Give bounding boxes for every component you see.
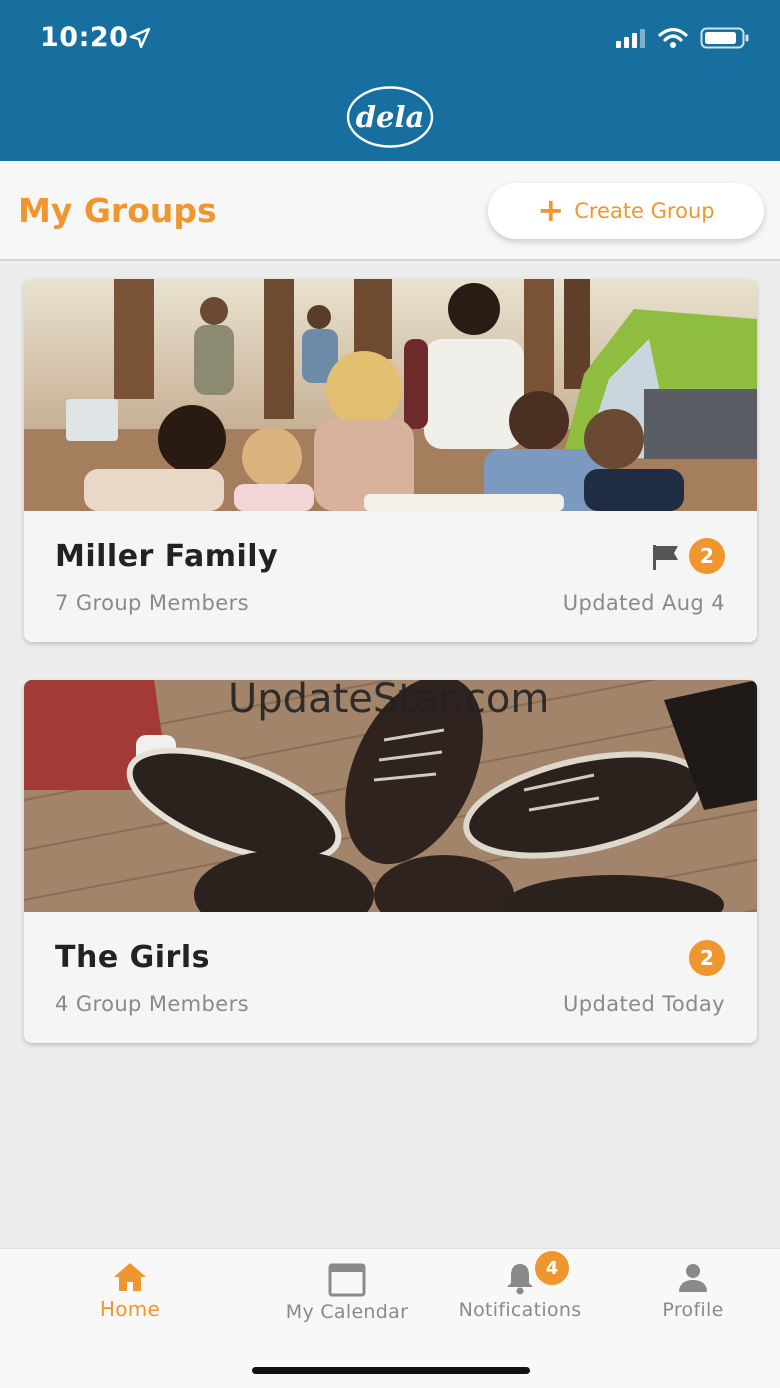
create-group-label: Create Group (574, 199, 715, 223)
nav-notifications[interactable]: Notifications 4 (450, 1251, 590, 1321)
battery-icon (700, 27, 749, 49)
nav-my-calendar[interactable]: My Calendar (276, 1261, 418, 1323)
status-time: 10:20 (40, 22, 129, 53)
unread-badge: 2 (689, 538, 725, 574)
bell-icon (507, 1264, 533, 1295)
dela-logo: dela (346, 86, 434, 148)
watermark: UpdateStar.com (228, 676, 550, 722)
create-group-button[interactable]: + Create Group (488, 183, 764, 239)
group-name: Miller Family (55, 539, 279, 574)
signal-icon (616, 29, 645, 48)
nav-label: Home (99, 1297, 161, 1321)
group-card-miller-family[interactable]: Miller Family 2 7 Group Members Updated … (24, 279, 757, 642)
location-arrow-icon (129, 27, 151, 49)
flag-icon (653, 545, 678, 570)
member-count: 7 Group Members (55, 591, 249, 615)
group-card-the-girls[interactable]: The Girls 2 4 Group Members Updated Toda… (24, 680, 757, 1043)
notification-count-badge: 4 (535, 1251, 569, 1285)
home-icon (114, 1263, 146, 1291)
logo-text: dela (355, 100, 425, 134)
group-name: The Girls (55, 940, 210, 975)
wifi-icon (658, 27, 688, 48)
nav-label: Notifications (458, 1299, 582, 1321)
nav-profile[interactable]: Profile (643, 1261, 743, 1321)
page-title: My Groups (18, 191, 217, 230)
app-header: 10:20 dela (0, 0, 780, 161)
home-indicator (252, 1367, 530, 1374)
groups-header: My Groups + Create Group (0, 161, 780, 261)
calendar-icon (328, 1263, 366, 1297)
nav-label: Profile (662, 1299, 724, 1321)
group-photo (24, 279, 757, 511)
updated-date: Updated Aug 4 (562, 591, 725, 615)
person-icon (679, 1264, 707, 1292)
status-icons (616, 26, 750, 50)
nav-home[interactable]: Home (80, 1261, 180, 1321)
member-count: 4 Group Members (55, 992, 249, 1016)
unread-badge: 2 (689, 940, 725, 976)
plus-icon: + (537, 190, 565, 229)
updated-date: Updated Today (563, 992, 725, 1016)
nav-label: My Calendar (285, 1301, 409, 1323)
